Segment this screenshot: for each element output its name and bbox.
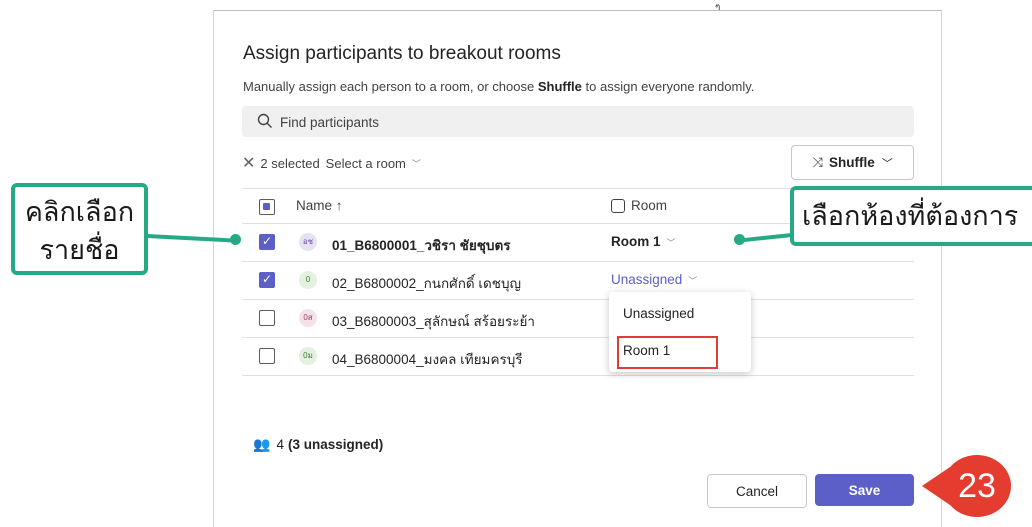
callout-text-line1: คลิกเลือก xyxy=(24,197,135,227)
highlight-box xyxy=(617,336,718,369)
chevron-down-icon: ﹀ xyxy=(688,276,698,286)
room-column-label: Room xyxy=(631,198,668,213)
search-input[interactable] xyxy=(278,106,902,139)
participant-search[interactable] xyxy=(242,106,914,139)
step-number-badge: 23 xyxy=(943,455,1011,517)
avatar: อช xyxy=(299,233,317,251)
callout-text-line2: รายชื่อ xyxy=(39,235,120,265)
room-value: Room 1 xyxy=(611,234,661,249)
room-select[interactable]: Unassigned ﹀ xyxy=(611,272,697,287)
callout-dot xyxy=(230,234,241,245)
room-value: Unassigned xyxy=(611,272,683,287)
dropdown-option-unassigned[interactable]: Unassigned xyxy=(623,306,694,321)
cancel-button[interactable]: Cancel xyxy=(707,474,807,508)
avatar: 0ม xyxy=(299,347,317,365)
select-room-dropdown[interactable]: Select a room xyxy=(326,156,406,171)
subtitle-shuffle-word: Shuffle xyxy=(537,79,582,94)
table-row[interactable]: 0ส 03_B6800003_สุลักษณ์ สร้อยระย้า xyxy=(242,300,914,338)
clear-selection-icon[interactable]: ✕ xyxy=(242,153,255,173)
table-row[interactable]: 0ม 04_B6800004_มงคล เทียมครบุรี xyxy=(242,338,914,376)
save-button[interactable]: Save xyxy=(815,474,914,506)
room-column-header[interactable]: Room xyxy=(611,198,667,213)
count-number: 4 xyxy=(276,437,284,452)
callout-dot xyxy=(734,234,745,245)
subtitle-text-end: to assign everyone randomly. xyxy=(581,79,755,94)
callout-select-names: คลิกเลือก รายชื่อ xyxy=(11,183,148,275)
table-row[interactable]: ✓ 0 02_B6800002_กนกศักดิ์ เดชบุญ Unassig… xyxy=(242,262,914,300)
room-select[interactable]: Room 1 ﹀ xyxy=(611,234,676,249)
row-checkbox[interactable] xyxy=(259,348,275,364)
participant-name: 02_B6800002_กนกศักดิ์ เดชบุญ xyxy=(332,276,522,291)
row-checkbox[interactable] xyxy=(259,310,275,326)
dialog-title: Assign participants to breakout rooms xyxy=(243,43,561,64)
count-detail: (3 unassigned) xyxy=(287,437,384,452)
shuffle-label: Shuffle xyxy=(829,155,875,170)
room-icon xyxy=(611,198,625,213)
selection-count: 2 selected xyxy=(260,155,320,171)
avatar: 0ส xyxy=(299,309,317,327)
participant-name: 01_B6800001_วชิรา ชัยชุบตร xyxy=(332,238,511,253)
search-icon xyxy=(257,113,272,128)
chevron-down-icon: ﹀ xyxy=(666,238,676,248)
callout-select-room: เลือกห้องที่ต้องการ xyxy=(790,186,1032,246)
people-icon: 👥 xyxy=(253,436,271,452)
subtitle-text-start: Manually assign each person to a room, o… xyxy=(243,79,538,94)
shuffle-button[interactable]: ⤨ Shuffle ﹀ xyxy=(791,145,914,180)
chevron-down-icon: ﹀ xyxy=(411,158,421,169)
avatar: 0 xyxy=(299,271,317,289)
name-column-header[interactable]: Name ↑ xyxy=(296,198,343,213)
row-checkbox[interactable]: ✓ xyxy=(259,272,275,288)
chevron-down-icon: ﹀ xyxy=(881,157,893,170)
participant-name: 04_B6800004_มงคล เทียมครบุรี xyxy=(332,352,523,367)
participant-name: 03_B6800003_สุลักษณ์ สร้อยระย้า xyxy=(332,314,535,329)
dialog-subtitle: Manually assign each person to a room, o… xyxy=(243,79,754,94)
shuffle-icon: ⤨ xyxy=(812,154,824,170)
row-checkbox[interactable]: ✓ xyxy=(259,234,275,250)
participant-count: 👥 4 (3 unassigned) xyxy=(253,436,383,453)
selection-bar: ✕ 2 selected Select a room ﹀ xyxy=(242,153,421,173)
select-all-checkbox[interactable] xyxy=(259,199,275,215)
